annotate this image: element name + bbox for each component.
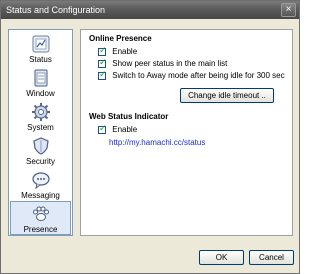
status-url-link[interactable]: http://my.hamachi.cc/status [109, 138, 205, 147]
checkbox-label: Enable [112, 47, 138, 56]
sidebar-item-window[interactable]: Window [10, 66, 71, 99]
paw-icon [32, 206, 49, 221]
web-enable-checkbox[interactable]: ✓ Enable [98, 124, 138, 135]
sidebar-item-presence[interactable]: Presence [10, 201, 71, 235]
web-status-title: Web Status Indicator [89, 112, 169, 121]
sidebar-item-status[interactable]: Status [10, 32, 71, 65]
sidebar-item-label: Presence [23, 225, 58, 234]
config-window: Status and Configuration × Status Window [0, 0, 300, 274]
sidebar-item-label: Security [26, 157, 55, 166]
checkbox-box[interactable]: ✓ [98, 70, 107, 80]
sidebar-item-label: Messaging [21, 191, 60, 200]
presence-panel: Online Presence ✓ Enable ✓ Show peer sta… [80, 29, 293, 236]
gear-icon [31, 103, 50, 121]
switch-away-checkbox[interactable]: ✓ Switch to Away mode after being idle f… [98, 70, 285, 81]
checkbox-box[interactable]: ✓ [98, 124, 107, 134]
window-icon [34, 69, 47, 87]
sidebar-item-label: Status [29, 55, 52, 64]
checkbox-label: Switch to Away mode after being idle for… [112, 71, 285, 80]
shield-icon [32, 137, 49, 155]
sidebar-item-system[interactable]: System [10, 100, 71, 133]
online-presence-title: Online Presence [89, 34, 152, 43]
close-button[interactable]: × [281, 3, 296, 17]
sidebar-item-label: System [27, 123, 54, 132]
cancel-button[interactable]: Cancel [249, 250, 294, 265]
window-title: Status and Configuration [6, 5, 106, 15]
sidebar: Status Window System Security Messaging … [8, 29, 73, 236]
checkbox-label: Enable [112, 125, 138, 134]
change-idle-timeout-button[interactable]: Change idle timeout .. [180, 88, 274, 103]
status-icon [32, 35, 49, 53]
ok-button[interactable]: OK [199, 250, 244, 265]
chat-bubble-icon [31, 172, 50, 190]
checkbox-box[interactable]: ✓ [98, 46, 107, 56]
title-bar: Status and Configuration × [1, 1, 299, 19]
checkbox-box[interactable]: ✓ [98, 58, 107, 68]
show-peer-status-checkbox[interactable]: ✓ Show peer status in the main list [98, 58, 228, 69]
checkbox-label: Show peer status in the main list [112, 59, 228, 68]
sidebar-item-security[interactable]: Security [10, 134, 71, 167]
sidebar-item-label: Window [26, 89, 55, 98]
online-enable-checkbox[interactable]: ✓ Enable [98, 46, 138, 57]
sidebar-item-messaging[interactable]: Messaging [10, 168, 71, 201]
